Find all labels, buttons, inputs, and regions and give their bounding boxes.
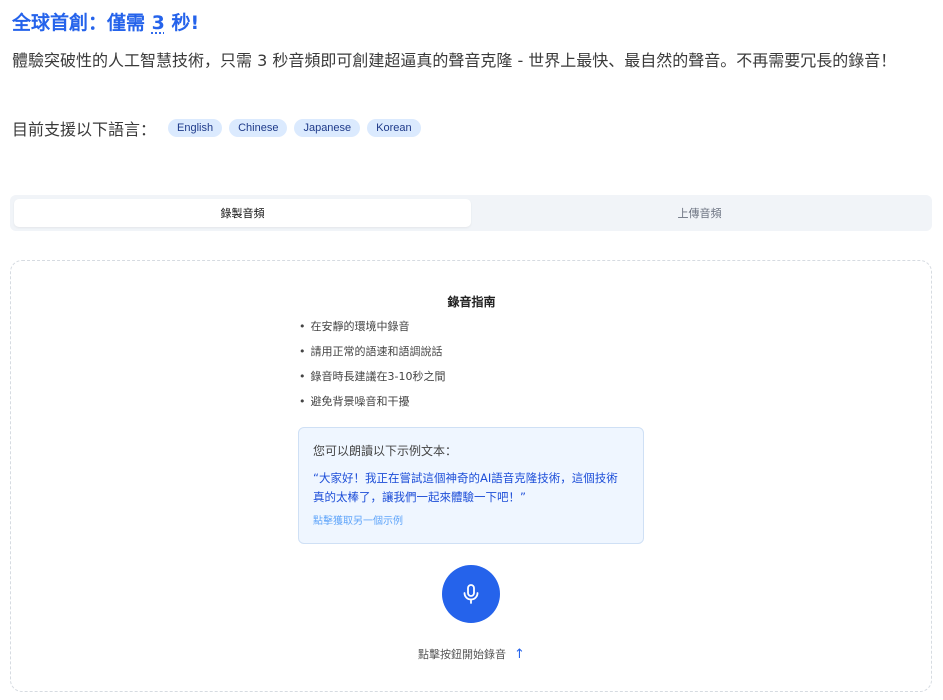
- title-prefix: 全球首創：僅需: [12, 12, 152, 34]
- microphone-icon: [463, 584, 479, 604]
- tab-record-audio[interactable]: 錄製音頻: [14, 199, 471, 227]
- bullet-icon: •: [299, 370, 306, 383]
- languages-label: 目前支援以下語言：: [12, 120, 157, 139]
- arrow-up-icon: ↑: [514, 647, 525, 662]
- guide-item: • 避免背景噪音和干擾: [299, 393, 445, 418]
- record-button[interactable]: [442, 565, 500, 623]
- title-suffix: 秒!: [164, 12, 200, 34]
- guide-item-text: 避免背景噪音和干擾: [310, 395, 410, 408]
- title-number: 3: [151, 12, 165, 34]
- bullet-icon: •: [299, 320, 306, 333]
- sample-text-box: 您可以朗讀以下示例文本： “大家好！我正在嘗試這個神奇的AI語音克隆技術，這個技…: [298, 427, 644, 544]
- supported-languages: 目前支援以下語言： English Chinese Japanese Korea…: [12, 116, 428, 140]
- record-hint: 點擊按鈕開始錄音 ↑: [0, 646, 943, 662]
- language-badge-english: English: [168, 119, 223, 137]
- language-badge-korean: Korean: [367, 119, 421, 137]
- sample-text: “大家好！我正在嘗試這個神奇的AI語音克隆技術，這個技術真的太棒了，讓我們一起來…: [313, 471, 618, 504]
- guide-item: • 請用正常的語速和語調說話: [299, 343, 445, 368]
- new-sample-link[interactable]: 點擊獲取另一個示例: [313, 512, 629, 527]
- guide-title: 錄音指南: [447, 295, 496, 309]
- page-title: 全球首創：僅需 3 秒!: [12, 8, 199, 35]
- record-hint-text: 點擊按鈕開始錄音: [418, 648, 507, 661]
- sample-prompt: 您可以朗讀以下示例文本：: [313, 444, 458, 458]
- bullet-icon: •: [299, 345, 306, 358]
- guide-item-text: 錄音時長建議在3-10秒之間: [310, 370, 446, 383]
- tab-upload-audio[interactable]: 上傳音頻: [471, 199, 928, 227]
- audio-source-tabs: 錄製音頻 上傳音頻: [10, 195, 932, 231]
- guide-item-text: 請用正常的語速和語調說話: [310, 345, 443, 358]
- guide-item: • 錄音時長建議在3-10秒之間: [299, 368, 445, 393]
- guide-list: • 在安靜的環境中錄音 • 請用正常的語速和語調說話 • 錄音時長建議在3-10秒之間…: [299, 318, 445, 418]
- bullet-icon: •: [299, 395, 306, 408]
- language-badge-chinese: Chinese: [229, 119, 288, 137]
- guide-item-text: 在安靜的環境中錄音: [310, 320, 410, 333]
- language-badge-japanese: Japanese: [294, 119, 361, 137]
- guide-item: • 在安靜的環境中錄音: [299, 318, 445, 343]
- description: 體驗突破性的人工智慧技術，只需 3 秒音頻即可創建超逼真的聲音克隆 - 世界上最…: [12, 51, 897, 70]
